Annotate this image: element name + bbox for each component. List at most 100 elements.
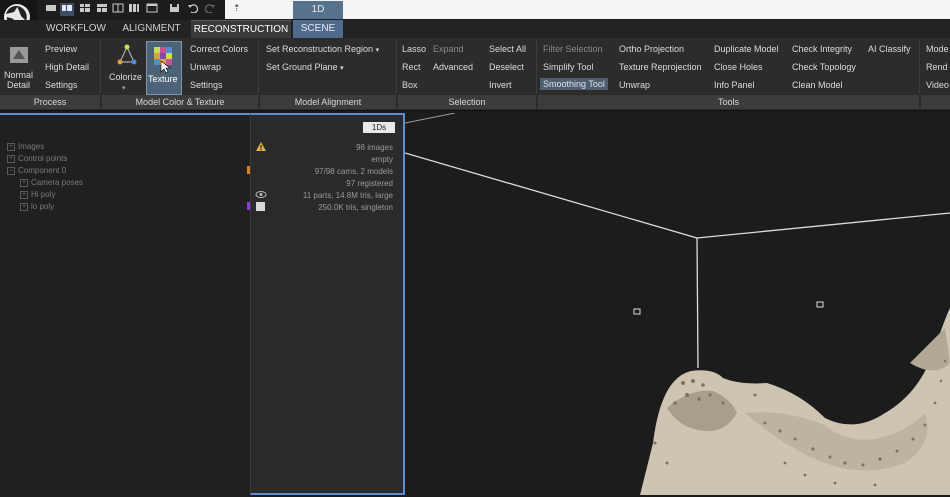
tree-item-hi-poly[interactable]: + Hi poly bbox=[20, 190, 55, 199]
set-ground-plane-button[interactable]: Set Ground Plane ▾ bbox=[266, 62, 344, 72]
expand-icon[interactable]: + bbox=[7, 142, 15, 151]
3d-viewport[interactable] bbox=[405, 113, 950, 495]
tree-item-camera-poses[interactable]: + Camera poses bbox=[20, 178, 83, 187]
check-topology-button[interactable]: Check Topology bbox=[792, 62, 856, 72]
select-all-button[interactable]: Select All bbox=[489, 44, 526, 54]
images-count: 98 images bbox=[356, 143, 393, 152]
normal-detail-button[interactable] bbox=[5, 45, 33, 70]
unwrap-button[interactable]: Unwrap bbox=[190, 62, 221, 72]
render-button[interactable]: Rend bbox=[926, 62, 948, 72]
reconstruction-region-edge bbox=[696, 212, 950, 239]
region-handle[interactable] bbox=[633, 308, 641, 315]
filter-selection-button[interactable]: Filter Selection bbox=[543, 44, 603, 54]
invert-button[interactable]: Invert bbox=[489, 80, 512, 90]
tree-item-control-points[interactable]: + Control points bbox=[7, 154, 67, 163]
correct-colors-button[interactable]: Correct Colors bbox=[190, 44, 248, 54]
layout-split-button[interactable] bbox=[60, 3, 74, 16]
texture-button[interactable]: Texture bbox=[146, 41, 182, 95]
expand-icon[interactable]: + bbox=[20, 178, 28, 187]
undo-icon bbox=[188, 4, 199, 14]
layout-quad-icon bbox=[112, 3, 124, 13]
layout-triple-icon bbox=[97, 4, 107, 12]
redo-button[interactable] bbox=[203, 3, 217, 16]
redo-icon bbox=[204, 4, 215, 14]
tab-1d[interactable]: 1D bbox=[293, 1, 343, 19]
tree-item-component[interactable]: − Component 0 bbox=[7, 166, 66, 175]
layout-split-icon bbox=[62, 5, 72, 11]
group-separator bbox=[100, 40, 101, 94]
quick-access-bar: ⇡ bbox=[0, 0, 950, 36]
undo-button[interactable] bbox=[186, 3, 200, 16]
tree-item-label: Images bbox=[18, 142, 45, 151]
layout-columns-icon bbox=[129, 4, 139, 12]
clean-model-button[interactable]: Clean Model bbox=[792, 80, 843, 90]
tree-item-images[interactable]: + Images bbox=[7, 142, 44, 151]
texture-settings-button[interactable]: Settings bbox=[190, 80, 223, 90]
control-points-value: empty bbox=[371, 155, 393, 164]
tab-alignment[interactable]: ALIGNMENT bbox=[114, 20, 189, 38]
high-detail-button[interactable]: High Detail bbox=[45, 62, 89, 72]
layout-grid-button[interactable] bbox=[78, 3, 92, 16]
window-button[interactable] bbox=[145, 3, 159, 16]
tree-item-label: Camera poses bbox=[31, 178, 84, 187]
tree-item-lo-poly[interactable]: + lo poly bbox=[20, 202, 54, 211]
ribbon-tabs: WORKFLOW ALIGNMENT RECONSTRUCTION SCENE bbox=[0, 20, 950, 39]
set-reconstruction-region-button[interactable]: Set Reconstruction Region ▾ bbox=[266, 44, 379, 54]
set-region-label: Set Reconstruction Region bbox=[266, 44, 374, 54]
video-button[interactable]: Video bbox=[926, 80, 949, 90]
layout-columns-button[interactable] bbox=[127, 3, 141, 16]
group-separator bbox=[919, 40, 920, 94]
model-icon[interactable] bbox=[256, 202, 265, 211]
layout-single-button[interactable] bbox=[44, 3, 58, 16]
reconstruction-region-edge bbox=[405, 113, 456, 124]
info-panel-button[interactable]: Info Panel bbox=[714, 80, 755, 90]
lo-poly-value: 250.0K tris, singleton bbox=[318, 203, 393, 212]
colorize-dropdown-icon[interactable]: ▾ bbox=[122, 84, 126, 92]
lasso-button[interactable]: Lasso bbox=[402, 44, 426, 54]
duplicate-model-button[interactable]: Duplicate Model bbox=[714, 44, 779, 54]
layout-triple-button[interactable] bbox=[95, 3, 109, 16]
hi-poly-value: 11 parts, 14.8M tris, large bbox=[302, 191, 393, 200]
rect-button[interactable]: Rect bbox=[402, 62, 421, 72]
group-extra-label bbox=[921, 95, 950, 109]
expand-button[interactable]: Expand bbox=[433, 44, 464, 54]
chevron-down-icon: ▾ bbox=[340, 65, 344, 72]
process-settings-button[interactable]: Settings bbox=[45, 80, 78, 90]
tools-unwrap-button[interactable]: Unwrap bbox=[619, 80, 650, 90]
expand-icon[interactable]: + bbox=[20, 202, 28, 211]
tab-workflow[interactable]: WORKFLOW bbox=[40, 20, 112, 38]
advanced-button[interactable]: Advanced bbox=[433, 62, 473, 72]
save-button[interactable] bbox=[168, 3, 182, 16]
group-separator bbox=[258, 40, 259, 94]
preview-button[interactable]: Preview bbox=[45, 44, 77, 54]
tab-reconstruction[interactable]: RECONSTRUCTION bbox=[191, 20, 291, 39]
smoothing-tool-button[interactable]: Smoothing Tool bbox=[540, 78, 608, 90]
close-holes-button[interactable]: Close Holes bbox=[714, 62, 763, 72]
ai-classify-button[interactable]: AI Classify bbox=[868, 44, 911, 54]
reconstruction-region-edge bbox=[696, 237, 699, 369]
tab-scene[interactable]: SCENE bbox=[293, 20, 343, 38]
collapse-icon[interactable]: − bbox=[7, 166, 15, 175]
layout-single-icon bbox=[46, 5, 56, 11]
layout-quad-button[interactable] bbox=[111, 3, 125, 16]
mode-button[interactable]: Mode bbox=[926, 44, 949, 54]
region-handle[interactable] bbox=[816, 301, 824, 308]
colorize-button[interactable] bbox=[117, 44, 137, 73]
panel-badge[interactable]: 1Ds bbox=[363, 122, 395, 133]
camera-poses-value: 97 registered bbox=[346, 179, 393, 188]
colorize-label: Colorize bbox=[109, 72, 143, 82]
group-selection-label: Selection bbox=[398, 95, 536, 109]
texture-reprojection-button[interactable]: Texture Reprojection bbox=[619, 62, 702, 72]
ortho-projection-button[interactable]: Ortho Projection bbox=[619, 44, 684, 54]
expand-icon[interactable]: + bbox=[20, 190, 28, 199]
group-tools-label: Tools bbox=[538, 95, 919, 109]
texture-icon bbox=[154, 47, 172, 74]
check-integrity-button[interactable]: Check Integrity bbox=[792, 44, 852, 54]
tree-item-label: Control points bbox=[18, 154, 68, 163]
expand-icon[interactable]: + bbox=[7, 154, 15, 163]
reconstruction-region-edge bbox=[405, 152, 698, 239]
deselect-button[interactable]: Deselect bbox=[489, 62, 524, 72]
box-button[interactable]: Box bbox=[402, 80, 418, 90]
eye-icon[interactable] bbox=[255, 190, 267, 199]
simplify-tool-button[interactable]: Simplify Tool bbox=[543, 62, 593, 72]
